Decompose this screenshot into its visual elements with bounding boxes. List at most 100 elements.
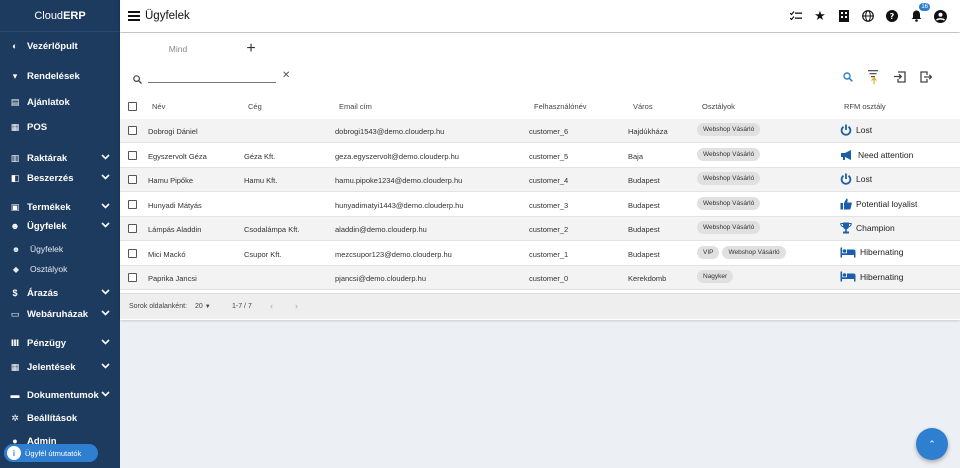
class-chip[interactable]: Webshop Vásárló (697, 172, 761, 185)
row-checkbox[interactable] (128, 126, 137, 135)
tag-icon: ◆ (12, 264, 20, 274)
table-row[interactable]: Lámpás Aladdin Csodalámpa Kft. aladdin@dem… (120, 217, 960, 241)
cell-name: Lámpás Aladdin (148, 225, 202, 234)
rows-per-page-value: 20 (195, 303, 203, 310)
sidebar-item-6[interactable]: ▣ Termékek (0, 198, 120, 216)
sidebar-item-11[interactable]: ▦ Jelentések (0, 358, 120, 376)
cell-email: pjancsi@demo.clouderp.hu (335, 274, 426, 283)
rfm-label: Champion (856, 223, 895, 233)
table-row[interactable]: Hunyadi Mátyás hunyadimatyi1443@demo.clou… (120, 193, 960, 217)
class-chip[interactable]: VIP (697, 245, 720, 259)
cell-email: hamu.pipoke1234@demo.clouderp.hu (335, 176, 463, 185)
building-icon[interactable] (836, 8, 852, 24)
sidebar-item-5[interactable]: ◧ Beszerzés (0, 169, 120, 187)
previous-page-icon[interactable]: ‹ (270, 301, 273, 311)
sidebar-item-2[interactable]: ▤ Ajánlatok (0, 93, 120, 111)
table-row[interactable]: Mici Mackó Csupor Kft. mezcsupor123@demo.c… (120, 242, 960, 266)
checklist-icon[interactable] (788, 8, 804, 24)
class-chip[interactable]: Webshop Vásárló (697, 221, 761, 234)
reports-icon: ▦ (10, 361, 20, 372)
sidebar-item-8[interactable]: $ Árazás (0, 284, 120, 302)
header-city[interactable]: Város (633, 102, 653, 111)
sidebar-item-label: POS (27, 121, 48, 133)
table-row[interactable]: Paprika Jancsi pjancsi@demo.clouderp.hu cu… (120, 266, 960, 290)
row-checkbox[interactable] (128, 175, 137, 184)
cell-username: customer_1 (529, 249, 569, 259)
sidebar-subitem-0[interactable]: ☻ Ügyfelek (0, 241, 120, 257)
page-title: Ügyfelek (145, 10, 190, 22)
sidebar-item-12[interactable]: ▬ Dokumentumok (0, 386, 120, 404)
rfm-label: Hibernating (860, 247, 904, 257)
table-row[interactable]: Hamu Pipőke Hamu Kft. hamu.pipoke1234@demo… (120, 168, 960, 192)
cell-name: Mici Mackó (148, 249, 186, 259)
help-icon[interactable]: ? (884, 8, 900, 24)
cell-rfm: Need attention (840, 149, 913, 161)
brand-logo[interactable]: Cloud ERP (0, 0, 120, 32)
customer-guides-button[interactable]: i Ügyfél útmutatók (4, 444, 98, 462)
header-classes[interactable]: Osztályok (702, 102, 735, 111)
cell-rfm: Lost (840, 124, 872, 136)
cell-classes: Nagyker (697, 270, 736, 283)
sidebar-item-7[interactable]: ☻ Ügyfelek (0, 217, 120, 235)
row-checkbox[interactable] (128, 273, 137, 282)
header-rfm[interactable]: RFM osztály (844, 102, 886, 111)
class-chip[interactable]: Webshop Vásárló (697, 123, 761, 136)
sidebar-item-4[interactable]: ▥ Raktárak (0, 149, 120, 167)
sidebar-item-13[interactable]: ✲ Beállítások (0, 409, 120, 427)
sidebar-item-10[interactable]: Ⅲ Pénzügy (0, 334, 120, 352)
rfm-label: Lost (856, 125, 873, 135)
sidebar-item-3[interactable]: ▦ POS (0, 118, 120, 136)
notifications-icon[interactable]: 16 (908, 3, 930, 24)
sidebar-item-1[interactable]: ▾ Rendelések (0, 67, 120, 85)
table-row[interactable]: Egyszervolt Géza Géza Kft. geza.egyszervol… (120, 144, 960, 168)
tab-all[interactable]: Mind (140, 37, 216, 61)
warehouse-icon: ▥ (10, 152, 20, 163)
header-email[interactable]: Email cím (339, 102, 372, 111)
row-checkbox[interactable] (128, 199, 137, 209)
class-chip[interactable]: Nagyker (697, 270, 734, 283)
cell-rfm: Potential loyalist (840, 198, 917, 210)
row-checkbox[interactable] (128, 248, 137, 258)
select-all-checkbox[interactable] (128, 102, 137, 111)
chevron-down-icon (101, 287, 110, 298)
dashboard-icon: ◐ (12, 41, 18, 51)
sidebar-item-0[interactable]: ◐ Vezérlőpult (0, 37, 120, 55)
cell-city: Baja (628, 151, 644, 161)
pos-icon: ▦ (10, 121, 20, 132)
sidebar-subitem-1[interactable]: ◆ Osztályok (0, 261, 120, 277)
globe-icon[interactable] (860, 8, 876, 24)
cell-company: Csodalámpa Kft. (244, 225, 300, 234)
notification-count-badge: 16 (919, 3, 930, 11)
menu-icon[interactable] (128, 11, 140, 21)
sidebar-item-label: Vezérlőpult (27, 40, 78, 52)
svg-text:?: ? (890, 12, 895, 21)
row-checkbox[interactable] (128, 224, 137, 233)
scroll-to-top-button[interactable]: ⌃ (916, 428, 948, 460)
row-checkbox[interactable] (128, 150, 137, 160)
filter-icon[interactable] (866, 69, 882, 85)
sidebar-item-9[interactable]: ▭ Webáruházak (0, 305, 120, 323)
cell-name: Hamu Pipőke (148, 176, 194, 185)
dropdown-arrow-icon: ▼ (204, 304, 211, 310)
search-input[interactable] (148, 69, 276, 83)
header-company[interactable]: Cég (248, 102, 262, 111)
class-chip[interactable]: Webshop Vásárló (722, 245, 786, 259)
account-icon[interactable] (932, 8, 948, 24)
next-page-icon[interactable]: › (295, 301, 298, 311)
trophy-icon (840, 222, 852, 234)
header-name[interactable]: Név (152, 102, 165, 111)
table-row[interactable]: Dobrogi Dániel dobrogi1543@demo.clouderp.… (120, 119, 960, 143)
class-chip[interactable]: Webshop Vásárló (697, 147, 761, 161)
import-icon[interactable] (892, 69, 908, 85)
power-icon (840, 124, 852, 136)
search-tool-icon[interactable] (840, 69, 856, 85)
export-icon[interactable] (918, 69, 934, 85)
rows-per-page-select[interactable]: 20 ▼ (195, 303, 211, 310)
add-tab-button[interactable]: + (216, 37, 286, 61)
header-username[interactable]: Felhasználónév (534, 102, 587, 111)
cell-rfm: Champion (840, 222, 895, 234)
clear-search-icon[interactable]: ✕ (282, 70, 290, 81)
class-chip[interactable]: Webshop Vásárló (697, 196, 761, 210)
sidebar-item-label: Webáruházak (27, 308, 89, 320)
star-icon[interactable]: ★ (812, 8, 828, 24)
